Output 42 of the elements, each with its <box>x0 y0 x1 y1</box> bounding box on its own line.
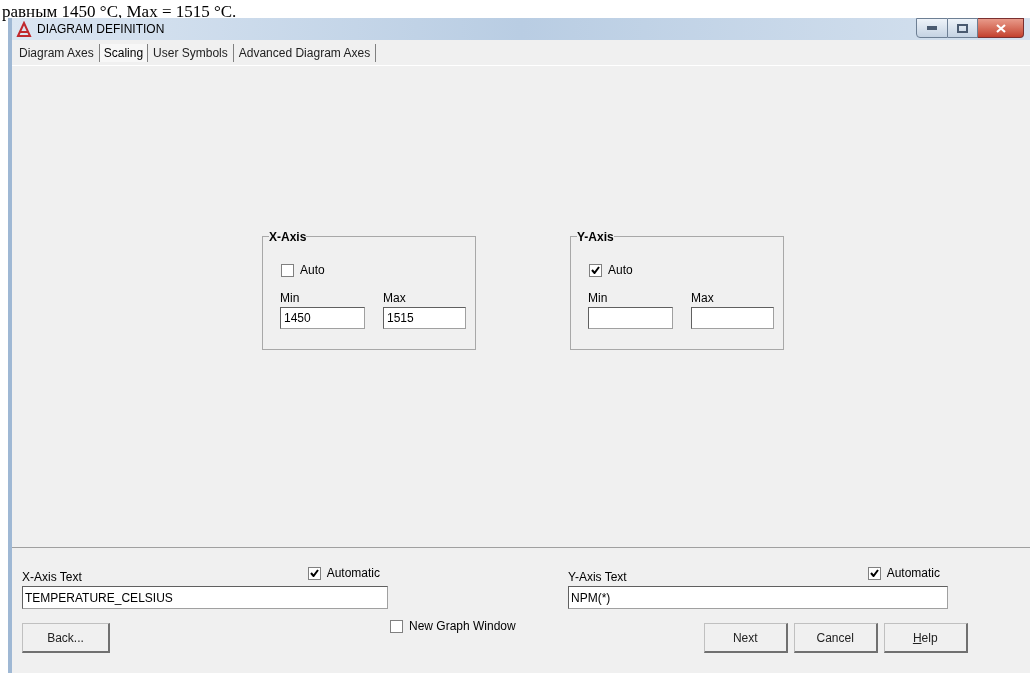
minimize-icon <box>927 26 937 30</box>
tab[interactable]: User Symbols <box>148 44 234 62</box>
checkbox-label: Automatic <box>326 565 380 582</box>
field-label: Y-Axis Text <box>568 569 627 586</box>
tab[interactable]: Scaling <box>99 44 149 62</box>
automatic-checkbox[interactable] <box>307 566 321 580</box>
maximize-button[interactable] <box>948 18 978 38</box>
close-icon <box>995 23 1006 33</box>
checkmark-icon <box>309 569 319 577</box>
checkmark-icon <box>869 569 879 577</box>
axis-text-field[interactable]: TEMPERATURE_CELSIUS <box>22 586 388 609</box>
window-title: DIAGRAM DEFINITION <box>37 21 165 38</box>
tab[interactable]: Diagram Axes <box>14 44 100 62</box>
automatic-checkbox[interactable] <box>867 566 881 580</box>
document-text: равным 1450 °C, Max = 1515 °C. <box>2 2 237 21</box>
auto-checkbox[interactable] <box>589 263 602 277</box>
checkbox-label: Automatic <box>886 565 940 582</box>
checkbox-label: Auto <box>608 262 633 279</box>
min-field[interactable] <box>588 307 673 329</box>
back-button[interactable]: Back... <box>22 623 110 653</box>
new-graph-window-checkbox[interactable] <box>390 619 403 633</box>
close-button[interactable] <box>978 18 1024 38</box>
dialog-button[interactable]: Next <box>703 623 788 653</box>
max-field[interactable]: 1515 <box>383 307 466 329</box>
dialog-button[interactable]: Help <box>883 623 968 653</box>
checkbox-label: Auto <box>300 262 325 279</box>
checkmark-icon <box>591 266 600 274</box>
field-label: Max <box>383 291 407 305</box>
dialog-button[interactable]: Cancel <box>793 623 878 653</box>
maximize-icon <box>957 23 968 33</box>
field-label: Min <box>588 291 609 305</box>
field-label: Min <box>280 291 301 305</box>
field-label: X-Axis Text <box>22 569 82 586</box>
checkbox-label: New Graph Window <box>409 618 516 635</box>
min-field[interactable]: 1450 <box>280 307 365 329</box>
field-label: Max <box>691 291 715 305</box>
auto-checkbox[interactable] <box>281 263 294 277</box>
minimize-button[interactable] <box>916 18 948 38</box>
app-logo-icon <box>16 21 32 37</box>
tab[interactable]: Advanced Diagram Axes <box>233 44 377 62</box>
max-field[interactable] <box>691 307 774 329</box>
axis-text-field[interactable]: NPM(*) <box>568 586 948 609</box>
